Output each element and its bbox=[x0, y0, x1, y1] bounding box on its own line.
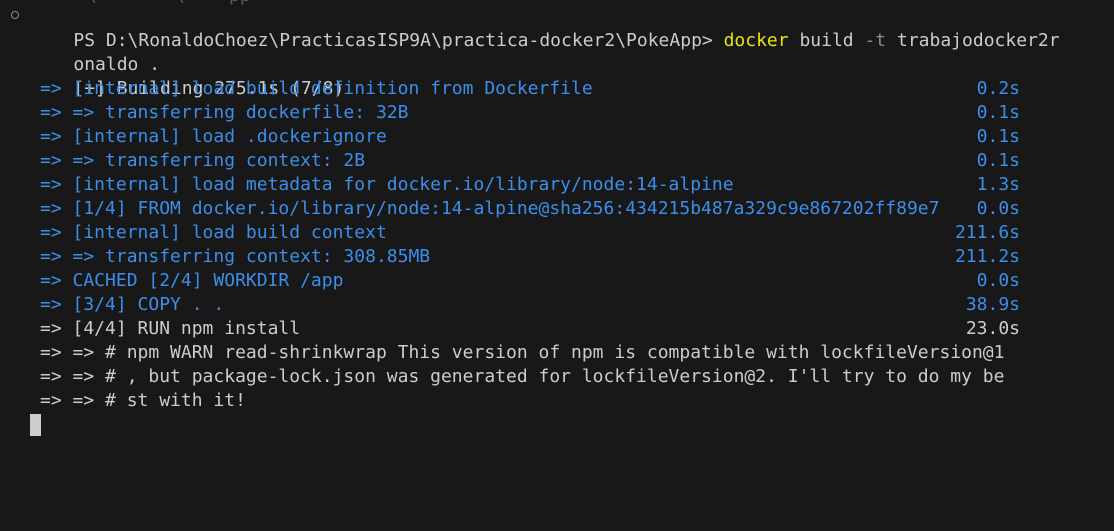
command-line-1: PS D:\RonaldoChoez\PracticasISP9A\practi… bbox=[30, 5, 1059, 51]
build-step: => => transferring context: 308.85MB 211… bbox=[40, 245, 1020, 269]
build-step-text: => [3/4] COPY . . bbox=[40, 294, 225, 315]
build-step-text: => [1/4] FROM docker.io/library/node:14-… bbox=[40, 198, 940, 219]
build-log-text: => => # npm WARN read-shrinkwrap This ve… bbox=[40, 342, 1005, 363]
build-step: => [3/4] COPY . . 38.9s bbox=[40, 293, 1020, 317]
build-step-time: 0.1s bbox=[976, 150, 1020, 171]
build-step-time: 23.0s bbox=[965, 318, 1020, 339]
command-build: build bbox=[788, 30, 865, 51]
build-step-text: => [internal] load build context bbox=[40, 222, 387, 243]
build-step-time: 1.3s bbox=[976, 174, 1020, 195]
build-step-time: 211.2s bbox=[954, 246, 1020, 267]
build-step-time: 0.0s bbox=[976, 270, 1020, 291]
build-step-text: => CACHED [2/4] WORKDIR /app bbox=[40, 270, 344, 291]
command-line-2: onaldo . bbox=[30, 29, 160, 75]
build-step-text: => => transferring dockerfile: 32B bbox=[40, 102, 409, 123]
build-step: => CACHED [2/4] WORKDIR /app 0.0s bbox=[40, 269, 1020, 293]
build-log-line: => => # npm WARN read-shrinkwrap This ve… bbox=[40, 341, 1020, 365]
build-step-text: => [internal] load build definition from… bbox=[40, 78, 593, 99]
build-step: => => transferring dockerfile: 32B 0.1s bbox=[40, 101, 1020, 125]
build-step: => [internal] load metadata for docker.i… bbox=[40, 173, 1020, 197]
build-step-text: => => transferring context: 308.85MB bbox=[40, 246, 431, 267]
build-step-active: => [4/4] RUN npm install 23.0s bbox=[40, 317, 1020, 341]
build-step: => [internal] load build definition from… bbox=[40, 77, 1020, 101]
build-log-text: => => # , but package-lock.json was gene… bbox=[40, 366, 1005, 387]
build-step-time: 0.1s bbox=[976, 126, 1020, 147]
build-header: [+] Building 275.1s (7/8) bbox=[30, 53, 344, 99]
command-flag: -t bbox=[864, 30, 887, 51]
build-step-text: => [internal] load metadata for docker.i… bbox=[40, 174, 734, 195]
build-step-time: 0.0s bbox=[976, 198, 1020, 219]
build-step: => [1/4] FROM docker.io/library/node:14-… bbox=[40, 197, 1020, 221]
build-step-time: 0.2s bbox=[976, 78, 1020, 99]
build-step-time: 211.6s bbox=[954, 222, 1020, 243]
terminal-window[interactable]: \ \ pp PS D:\RonaldoChoez\PracticasISP9A… bbox=[0, 0, 1114, 531]
command-docker: docker bbox=[723, 30, 789, 51]
build-step-text: => [4/4] RUN npm install bbox=[40, 318, 301, 339]
build-step: => [internal] load .dockerignore 0.1s bbox=[40, 125, 1020, 149]
command-tag-part1: trabajodocker2r bbox=[886, 30, 1060, 51]
build-log-line: => => # st with it! bbox=[40, 389, 1020, 413]
terminal-cursor bbox=[30, 414, 41, 436]
prompt-path: PS D:\RonaldoChoez\PracticasISP9A\practi… bbox=[73, 30, 724, 51]
build-log-text: => => # st with it! bbox=[40, 390, 246, 411]
build-step-time: 0.1s bbox=[976, 102, 1020, 123]
build-step-text: => [internal] load .dockerignore bbox=[40, 126, 387, 147]
command-status-circle-icon[interactable] bbox=[11, 11, 19, 19]
build-step: => [internal] load build context 211.6s bbox=[40, 221, 1020, 245]
build-step-time: 38.9s bbox=[965, 294, 1020, 315]
build-step-text: => => transferring context: 2B bbox=[40, 150, 366, 171]
build-log-line: => => # , but package-lock.json was gene… bbox=[40, 365, 1020, 389]
build-step: => => transferring context: 2B 0.1s bbox=[40, 149, 1020, 173]
